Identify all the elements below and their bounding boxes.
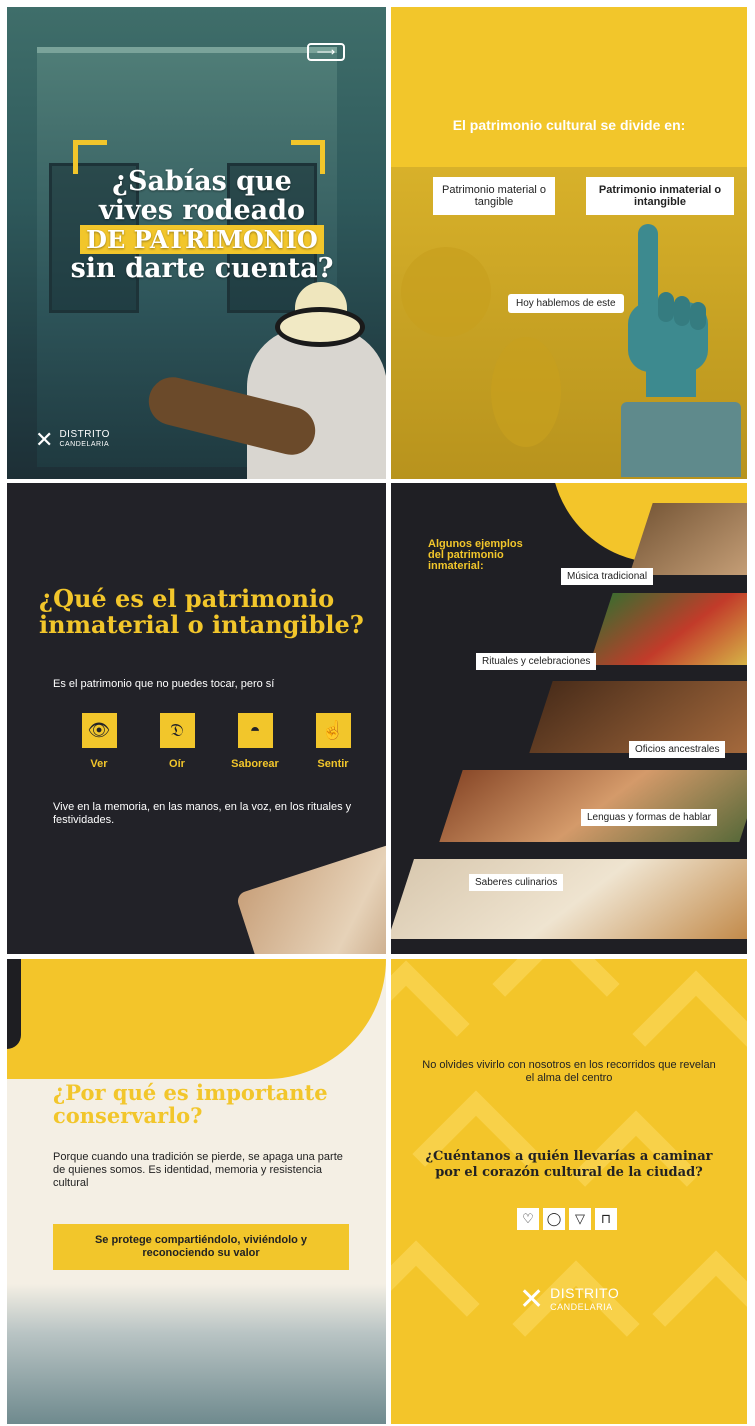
chevron-pattern xyxy=(512,1260,640,1388)
example-label: Saberes culinarios xyxy=(469,874,564,891)
option-inmaterial: Patrimonio inmaterial o intangible xyxy=(586,177,734,215)
headline-line: sin darte cuenta? xyxy=(70,253,334,284)
logo-sub: CANDELARIA xyxy=(59,441,110,448)
lips-icon: ◓ xyxy=(237,713,273,748)
ritual-photo xyxy=(589,593,747,665)
food-photo xyxy=(235,826,386,954)
sense-label: Oír xyxy=(169,758,185,770)
hat-brim xyxy=(275,307,365,347)
invite-question: ¿Cuéntanos a quién llevarías a caminar p… xyxy=(425,1149,713,1180)
cta-banner: Se protege compartiéndolo, viviéndolo y … xyxy=(53,1224,349,1270)
bookmark-icon[interactable]: ⊓ xyxy=(595,1208,617,1230)
sense-label: Ver xyxy=(90,758,108,770)
section-body: Porque cuando una tradición se pierde, s… xyxy=(53,1151,343,1189)
eye-icon: 👁 xyxy=(81,713,117,748)
hand-icon: ☝ xyxy=(315,713,351,748)
social-actions: ♡ ◯ ▽ ⊓ xyxy=(517,1208,617,1230)
brand-logo: ✕ DISTRITO CANDELARIA xyxy=(35,429,110,451)
panel-invitacion: No olvides vivirlo con nosotros en los r… xyxy=(391,959,747,1424)
senses-row: 👁 Ver 𝔇 Oír ◓ Saborear ☝ Sentir xyxy=(74,713,358,770)
tree-shape xyxy=(491,337,561,447)
dark-accent xyxy=(7,959,21,1049)
pointing-hand-icon xyxy=(628,224,708,397)
example-label: Música tradicional xyxy=(561,568,654,585)
examples-title: Algunos ejemplos del patrimonio inmateri… xyxy=(428,538,523,572)
brand-logo: ✕ DISTRITO CANDELARIA xyxy=(519,1285,619,1315)
panel-que-es: ¿Qué es el patrimonio inmaterial o intan… xyxy=(7,483,386,954)
panel-division: El patrimonio cultural se divide en: Pat… xyxy=(391,7,747,479)
headline-highlight: DE PATRIMONIO xyxy=(80,225,324,254)
tree-shape xyxy=(401,247,491,337)
share-icon[interactable]: ▽ xyxy=(569,1208,591,1230)
sense-saborear: ◓ Saborear xyxy=(230,713,280,770)
yellow-wave xyxy=(7,959,386,1079)
headline-line: ¿Sabías que xyxy=(112,166,292,197)
logo-x-icon: ✕ xyxy=(35,427,54,452)
panel-ejemplos: Algunos ejemplos del patrimonio inmateri… xyxy=(391,483,747,954)
section-title: ¿Por qué es importante conservarlo? xyxy=(53,1080,328,1128)
section-body: Vive en la memoria, en las manos, en la … xyxy=(53,801,352,826)
section-title: ¿Qué es el patrimonio inmaterial o intan… xyxy=(39,584,364,639)
language-photo xyxy=(439,770,747,842)
example-label: Lenguas y formas de hablar xyxy=(581,809,717,826)
sense-ver: 👁 Ver xyxy=(74,713,124,770)
speech-bubble: Hoy hablemos de este xyxy=(508,294,624,313)
logo-x-icon: ✕ xyxy=(519,1283,545,1316)
section-subtitle: Es el patrimonio que no puedes tocar, pe… xyxy=(53,678,275,690)
example-label: Rituales y celebraciones xyxy=(476,653,597,670)
panel-sabias-que: ⟶ ¿Sabías que vives rodeado DE PATRIMONI… xyxy=(7,7,386,479)
culinary-photo xyxy=(391,859,747,939)
chevron-pattern xyxy=(391,1240,480,1368)
headline-line: vives rodeado xyxy=(98,195,306,226)
division-header: El patrimonio cultural se divide en: xyxy=(452,117,686,133)
sense-label: Saborear xyxy=(231,758,279,770)
sense-oir: 𝔇 Oír xyxy=(152,713,202,770)
comment-icon[interactable]: ◯ xyxy=(543,1208,565,1230)
people-photo xyxy=(7,1284,386,1424)
next-arrow-icon[interactable]: ⟶ xyxy=(307,43,345,61)
logo-name: DISTRITO xyxy=(550,1285,620,1301)
logo-sub: CANDELARIA xyxy=(550,1302,613,1312)
logo-name: DISTRITO xyxy=(59,429,110,440)
invite-text: No olvides vivirlo con nosotros en los r… xyxy=(422,1059,716,1084)
sense-label: Sentir xyxy=(317,758,349,770)
pedestal xyxy=(621,402,741,477)
panel-por-que: ¿Por qué es importante conservarlo? Porq… xyxy=(7,959,386,1424)
heart-icon[interactable]: ♡ xyxy=(517,1208,539,1230)
chevron-pattern xyxy=(492,959,620,1048)
ear-icon: 𝔇 xyxy=(159,713,195,748)
option-material: Patrimonio material o tangible xyxy=(433,177,555,215)
sense-sentir: ☝ Sentir xyxy=(308,713,358,770)
chevron-pattern xyxy=(652,1250,747,1378)
headline: ¿Sabías que vives rodeado DE PATRIMONIO … xyxy=(67,167,337,283)
example-label: Oficios ancestrales xyxy=(629,741,726,758)
